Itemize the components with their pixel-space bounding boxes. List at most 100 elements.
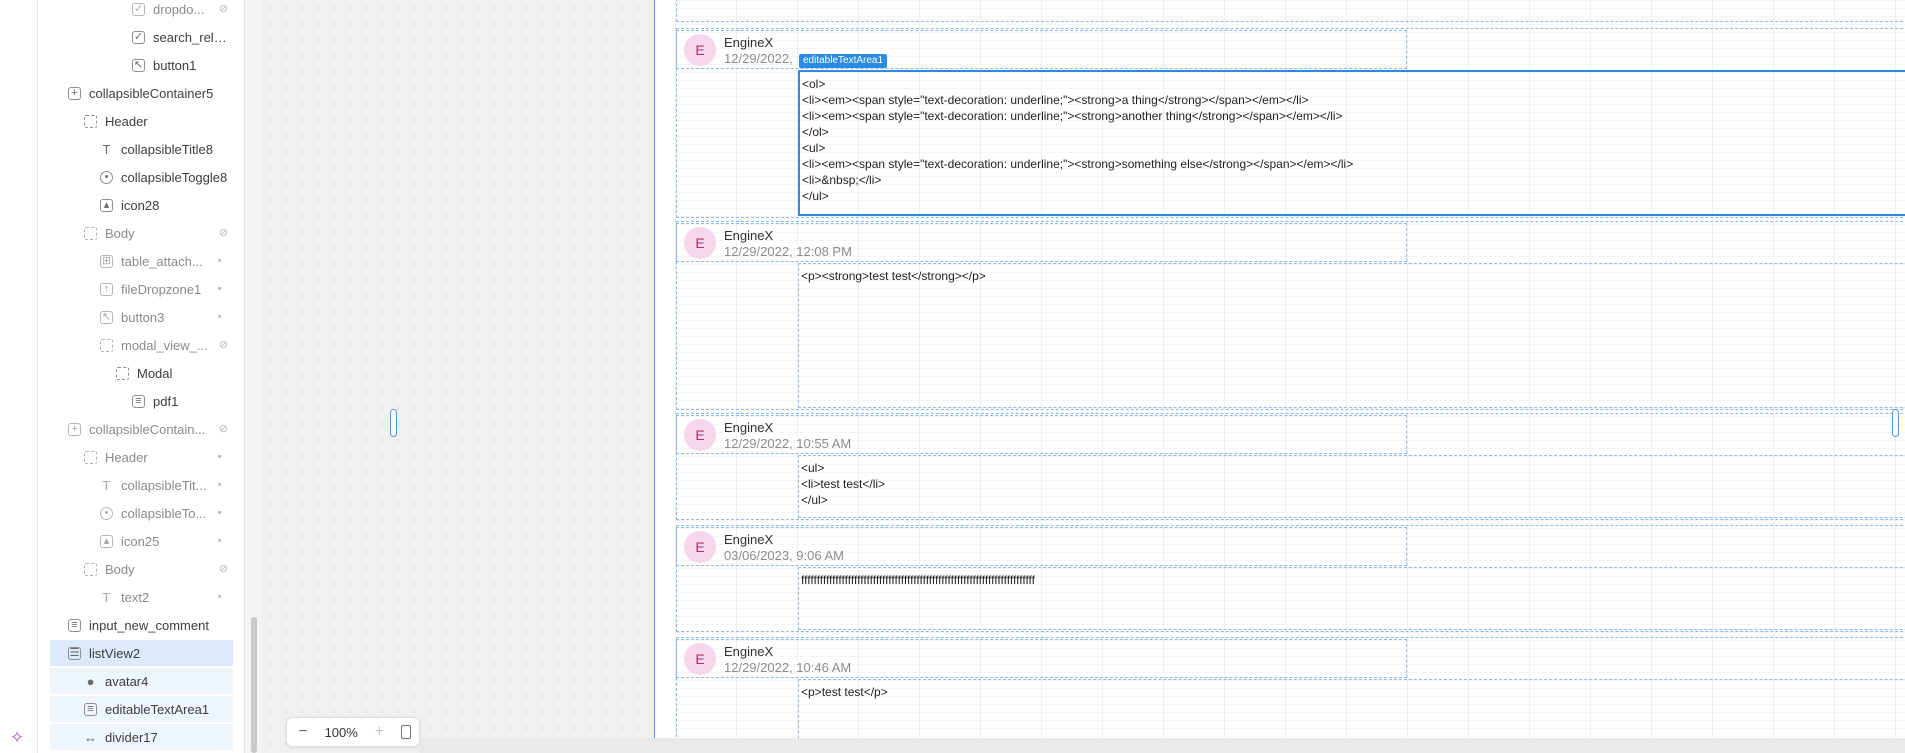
frame-icon: [116, 366, 129, 380]
zoom-out-button[interactable]: −: [295, 723, 311, 741]
avatar[interactable]: E: [684, 419, 716, 451]
list-item[interactable]: E EngineX 12/29/2022, 10:55 AM <ul> <li>…: [676, 413, 1905, 520]
editable-text-area[interactable]: <ul> <li>test test</li> </ul> ✎: [798, 455, 1905, 518]
more-icon[interactable]: [218, 483, 221, 486]
tree-item[interactable]: Body ⊘: [50, 220, 233, 246]
eye-off-icon[interactable]: ⊘: [219, 562, 228, 575]
more-icon[interactable]: [218, 315, 221, 318]
comment-text: <p>test test</p>: [801, 685, 888, 699]
text-icon: T: [102, 589, 111, 605]
list-item[interactable]: E EngineX 12/29/2022, editableTextArea1 …: [676, 28, 1905, 218]
cursor-icon: ↖: [100, 310, 113, 324]
comment-author: EngineX: [724, 35, 774, 50]
more-icon[interactable]: [218, 539, 221, 542]
comment-author: EngineX: [724, 228, 774, 243]
tree-item[interactable]: ↖ button1: [50, 52, 233, 78]
right-resize-handle[interactable]: [1892, 409, 1899, 437]
avatar[interactable]: E: [684, 531, 716, 563]
avatar[interactable]: E: [684, 34, 716, 66]
zoom-in-button[interactable]: +: [371, 723, 387, 741]
tree-item[interactable]: ↑ fileDropzone1: [50, 276, 233, 302]
tree-item[interactable]: ≡ pdf1: [50, 388, 233, 414]
left-resize-handle[interactable]: [390, 409, 397, 437]
selected-component-tag: editableTextArea1: [799, 54, 888, 68]
container-icon: +: [68, 422, 81, 436]
comment-text: ffffffffffffffffffffffffffffffffffffffff…: [801, 573, 1036, 587]
tree-item[interactable]: ✓ dropdo... ⊘: [50, 0, 233, 22]
list-item[interactable]: E EngineX 03/06/2023, 9:06 AM ffffffffff…: [676, 525, 1905, 632]
container-icon: +: [68, 86, 81, 100]
toggle-icon: •: [100, 506, 113, 520]
editable-text-area[interactable]: <p><strong>test test</strong></p> ✎: [798, 263, 1905, 408]
tree-item[interactable]: Ttext2: [50, 584, 233, 610]
zoom-level[interactable]: 100%: [325, 725, 358, 740]
frame-icon: [84, 562, 97, 576]
comment-date: 12/29/2022, 10:46 AM: [724, 660, 852, 675]
tree-item[interactable]: ▴ icon28: [50, 192, 233, 218]
frame-icon: [84, 450, 97, 464]
tree-item[interactable]: + collapsibleContain... ⊘: [50, 416, 233, 442]
left-rail: ✧: [0, 0, 38, 753]
tree-item[interactable]: Body ⊘: [50, 556, 233, 582]
list-item[interactable]: E EngineX 12/29/2022, 12:08 PM <p><stron…: [676, 221, 1905, 410]
tree-item[interactable]: TcollapsibleTit...: [50, 472, 233, 498]
tree-item-selected[interactable]: ☰ listView2: [50, 640, 233, 666]
list-view-frame[interactable]: E EngineX 12/29/2022, editableTextArea1 …: [654, 0, 1905, 738]
tree-item[interactable]: Header: [50, 444, 233, 470]
zoom-control: − 100% +: [286, 717, 420, 747]
editable-text-area[interactable]: <p>test test</p> ✎: [798, 679, 1905, 738]
editable-text-area[interactable]: <ol> <li><em><span style="text-decoratio…: [798, 70, 1905, 216]
image-icon: ▴: [100, 534, 113, 548]
more-icon[interactable]: [218, 287, 221, 290]
checkbox-icon: ✓: [132, 30, 145, 44]
more-icon[interactable]: [218, 259, 221, 262]
assistant-sparkle-icon[interactable]: ✧: [8, 729, 26, 747]
more-icon[interactable]: [218, 511, 221, 514]
comment-text: <ul> <li>test test</li> </ul>: [801, 461, 886, 507]
tree-item[interactable]: ↖ button3: [50, 304, 233, 330]
tree-item[interactable]: • collapsibleTo...: [50, 500, 233, 526]
comment-author: EngineX: [724, 644, 774, 659]
frame-icon: [84, 226, 97, 240]
more-icon[interactable]: [218, 455, 221, 458]
comment-date: 03/06/2023, 9:06 AM: [724, 548, 844, 563]
comment-date: 12/29/2022, 12:08 PM: [724, 244, 852, 259]
list-item[interactable]: E EngineX 12/29/2022, 10:46 AM <p>test t…: [676, 637, 1905, 738]
text-icon: T: [102, 141, 111, 157]
tree-item[interactable]: ≡ editableTextArea1: [50, 696, 233, 722]
input-icon: ≡: [84, 702, 97, 716]
tree-item[interactable]: ≡ input_new_comment: [50, 612, 233, 638]
table-icon: ⊞: [100, 254, 113, 268]
tree-item[interactable]: • collapsibleToggle8: [50, 164, 233, 190]
device-preview-icon[interactable]: [400, 725, 411, 739]
tree-item[interactable]: ▴ icon25: [50, 528, 233, 554]
image-icon: ▴: [100, 198, 113, 212]
comment-text: <ol> <li><em><span style="text-decoratio…: [802, 77, 1354, 203]
tree-item[interactable]: + collapsibleContainer5: [50, 80, 233, 106]
tree-scrollbar[interactable]: [251, 617, 257, 753]
eye-off-icon[interactable]: ⊘: [219, 338, 228, 351]
pdf-icon: ≡: [132, 394, 145, 408]
comment-date: 12/29/2022, 10:55 AM: [724, 436, 852, 451]
eye-off-icon[interactable]: ⊘: [219, 422, 228, 435]
list-icon: ☰: [68, 646, 81, 660]
comment-author: EngineX: [724, 532, 774, 547]
tree-item[interactable]: modal_view_... ⊘: [50, 332, 233, 358]
list-item-previous[interactable]: [676, 0, 1905, 22]
tree-item[interactable]: Modal: [50, 360, 233, 386]
tree-item[interactable]: ✓ search_relat...: [50, 24, 233, 50]
tree-item[interactable]: ↔ divider17: [50, 724, 233, 750]
eye-off-icon[interactable]: ⊘: [219, 2, 228, 15]
avatar[interactable]: E: [684, 643, 716, 675]
eye-off-icon[interactable]: ⊘: [219, 226, 228, 239]
tree-item[interactable]: Header: [50, 108, 233, 134]
dropzone-icon: ↑: [100, 282, 113, 296]
tree-item[interactable]: ⊞ table_attach...: [50, 248, 233, 274]
avatar[interactable]: E: [684, 227, 716, 259]
tree-item[interactable]: ● avatar4: [50, 668, 233, 694]
editable-text-area[interactable]: ffffffffffffffffffffffffffffffffffffffff…: [798, 567, 1905, 630]
tree-item[interactable]: TcollapsibleTitle8: [50, 136, 233, 162]
more-icon[interactable]: [218, 595, 221, 598]
comment-author: EngineX: [724, 420, 774, 435]
comment-text: <p><strong>test test</strong></p>: [801, 269, 986, 283]
